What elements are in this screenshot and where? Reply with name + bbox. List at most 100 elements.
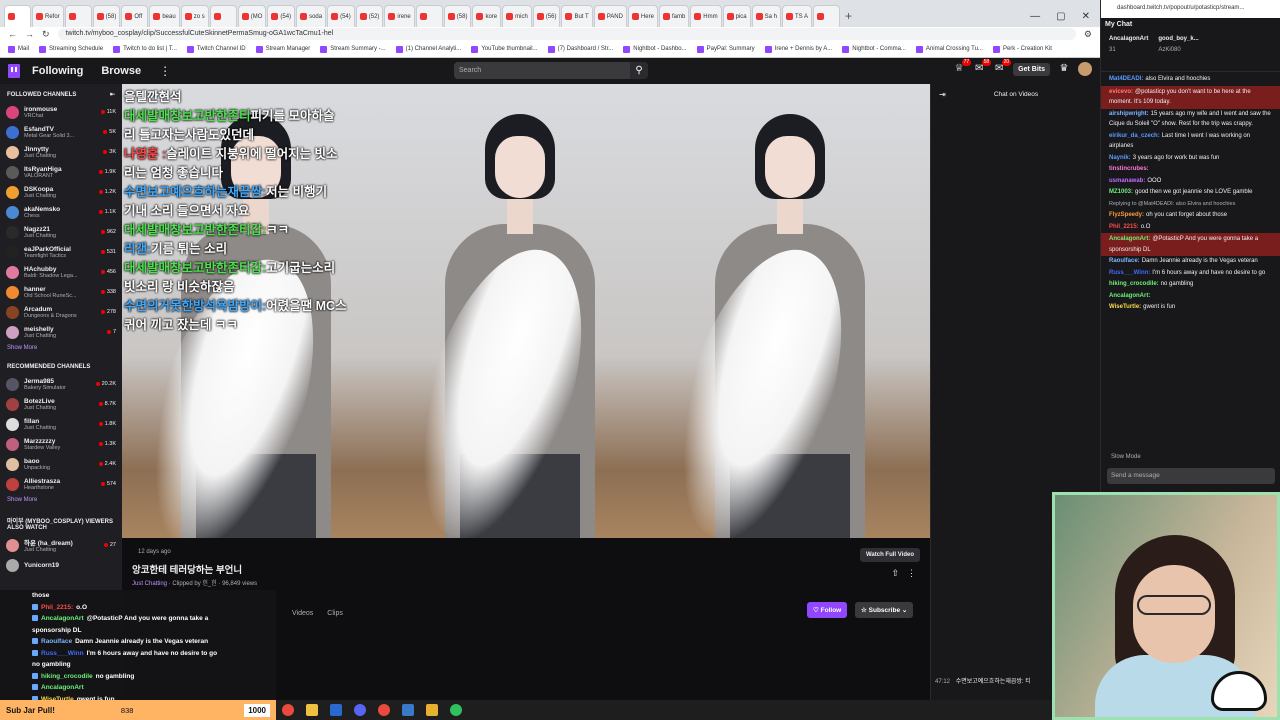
sidebar-channel[interactable]: Alliestrasza Hearthstone 574	[0, 474, 122, 494]
steam-icon[interactable]	[402, 704, 414, 716]
file-explorer-icon[interactable]	[306, 704, 318, 716]
chat-username[interactable]: Raoulface:	[1109, 258, 1140, 264]
inbox-icon[interactable]: ✉ 58	[973, 59, 992, 75]
discord-icon[interactable]	[354, 704, 366, 716]
sidebar-channel[interactable]: hanner Old School RuneSc... 338	[0, 282, 122, 302]
nav-following[interactable]: Following	[32, 65, 83, 77]
chat-message[interactable]: tinstincrubes:	[1109, 164, 1272, 175]
chat-username[interactable]: WiseTurtle:	[1109, 304, 1141, 310]
browser-tab[interactable]: Sa h	[751, 5, 781, 27]
forward-icon[interactable]: →	[25, 29, 34, 39]
browser-tab[interactable]: irene	[384, 5, 415, 27]
nav-browse[interactable]: Browse	[101, 65, 141, 77]
leaderboard-entry[interactable]: AncalagonArt 31	[1109, 34, 1148, 69]
browser-tab[interactable]: Hmm	[690, 5, 722, 27]
chat-message[interactable]: evicevo: @potasticp you don't want to be …	[1101, 85, 1280, 109]
chat-username[interactable]: FlyzSpeedy:	[1109, 212, 1144, 218]
browser-tab[interactable]: (52)	[355, 5, 384, 27]
browser-tab[interactable]: Refor	[32, 5, 64, 27]
browser-tab[interactable]: Off	[121, 5, 149, 27]
sidebar-channel[interactable]: Jinnytty Just Chatting 3K	[0, 142, 122, 162]
browser-tab[interactable]: beau	[149, 5, 180, 27]
chat-message[interactable]: Naynik: 3 years ago for work but was fun	[1109, 153, 1272, 164]
bookmark-item[interactable]: PayPal: Summary	[696, 45, 755, 53]
chat-username[interactable]: Russ___Winn:	[1109, 270, 1150, 276]
bookmark-item[interactable]: Twitch to do list | T...	[113, 45, 177, 53]
bookmark-item[interactable]: Perk - Creation Kit	[992, 45, 1052, 53]
browser-tab[interactable]: mich	[502, 5, 532, 27]
chat-username[interactable]: evicevo:	[1109, 89, 1133, 95]
chat-message[interactable]: WiseTurtle: gwent is fun	[1109, 302, 1272, 313]
browser-tab[interactable]	[4, 5, 31, 27]
browser-tab[interactable]: pica	[722, 5, 751, 27]
chat-message[interactable]: Raoulface: Damn Jeannie already is the Ve…	[1109, 256, 1272, 267]
twitch-logo-icon[interactable]	[8, 64, 20, 78]
chat-message[interactable]: hiking_crocodile: no gambling	[1109, 279, 1272, 290]
chat-username[interactable]: eirikur_da_czech:	[1109, 133, 1160, 139]
browser-tab[interactable]	[64, 5, 92, 27]
chat-message[interactable]: Phil_2215: o.O	[1109, 222, 1272, 233]
sidebar-channel[interactable]: 하윤 (ha_dream) Just Chatting 27	[0, 535, 122, 555]
chat-message[interactable]: eirikur_da_czech: Last time I went I was …	[1109, 131, 1272, 152]
chat-message[interactable]: Replying to @Mat4DEADI: also Elvira and …	[1109, 199, 1272, 210]
browser-tab[interactable]: (54)	[327, 5, 355, 27]
browser-tab[interactable]: (56)	[532, 5, 561, 27]
browser-tab[interactable]	[415, 5, 443, 27]
prime-crown-icon[interactable]: ♛	[1058, 63, 1070, 75]
chat-username[interactable]: Phil_2215:	[1109, 224, 1139, 230]
sidebar-channel[interactable]: DSKoopa Just Chatting 1.2K	[0, 182, 122, 202]
back-icon[interactable]: ←	[8, 29, 17, 39]
leaderboard-entry[interactable]: good_boy_k... AzKi080	[1158, 34, 1198, 69]
reload-icon[interactable]: ↻	[42, 29, 50, 40]
share-icon[interactable]: ⇧	[891, 568, 899, 579]
sidebar-channel[interactable]: eaJParkOfficial Teamfight Tactics 531	[0, 242, 122, 262]
sidebar-channel[interactable]: akaNemsko Chess 1.1K	[0, 202, 122, 222]
chat-message[interactable]: AncalagonArt: @PotasticP And you were gon…	[1101, 233, 1280, 256]
bookmark-item[interactable]: Animal Crossing Tu...	[915, 45, 983, 53]
browser-tab[interactable]	[813, 5, 840, 27]
bookmark-item[interactable]: Stream Manager	[255, 45, 310, 53]
chrome-active-icon[interactable]	[378, 704, 390, 716]
spotify-icon[interactable]	[450, 704, 462, 716]
bookmark-item[interactable]: Nightbot - Comma...	[842, 45, 906, 53]
sidebar-channel[interactable]: Arcadum Dungeons & Dragons 278	[0, 302, 122, 322]
chat-message[interactable]: usmanawab: OOO	[1109, 176, 1272, 187]
browser-tab[interactable]: soda	[296, 5, 327, 27]
collapse-sidebar-icon[interactable]: ⇤	[110, 91, 115, 98]
sidebar-channel[interactable]: BotezLive Just Chatting 8.7K	[0, 394, 122, 414]
minimize-icon[interactable]: —	[1030, 11, 1040, 22]
browser-tab[interactable]: TS A	[781, 5, 812, 27]
chat-username[interactable]: AncalagonArt:	[1109, 236, 1150, 242]
chat-username[interactable]: MZ1003:	[1109, 189, 1133, 195]
extensions-icon[interactable]: ⚙	[1084, 29, 1092, 40]
photoshop-icon[interactable]	[330, 704, 342, 716]
tab-clips[interactable]: Clips	[327, 610, 343, 617]
follow-button[interactable]: ♡ Follow	[807, 602, 848, 618]
sidebar-channel[interactable]: Jerma985 Bakery Simulator 20.2K	[0, 374, 122, 394]
bookmark-item[interactable]: (1) Channel Analyti...	[395, 45, 461, 53]
watch-full-video-button[interactable]: Watch Full Video	[859, 548, 920, 562]
sidebar-channel[interactable]: EsfandTV Metal Gear Solid 3... 5K	[0, 122, 122, 142]
bookmark-item[interactable]: Nightbot - Dashbo...	[623, 45, 687, 53]
user-avatar[interactable]	[1078, 62, 1092, 76]
browser-tab[interactable]: kore	[472, 5, 502, 27]
chat-username[interactable]: AncalagonArt:	[1109, 293, 1150, 299]
bookmark-item[interactable]: Twitch Channel ID	[186, 45, 246, 53]
bookmark-item[interactable]: YouTube thumbnail...	[471, 45, 538, 53]
popout-url[interactable]: dashboard.twitch.tv/popout/u/potasticp/s…	[1101, 0, 1280, 18]
subscribe-button[interactable]: ☆ Subscribe ⌄	[855, 602, 914, 618]
bookmark-item[interactable]: Stream Summary -...	[320, 45, 386, 53]
search-icon[interactable]: ⚲	[630, 62, 648, 79]
browser-tab[interactable]: zo s	[180, 5, 209, 27]
sidebar-channel[interactable]: Marzzzzzy Stardew Valley 1.3K	[0, 434, 122, 454]
chat-message[interactable]: Russ___Winn: I'm 6 hours away and have no…	[1109, 268, 1272, 279]
whispers-icon[interactable]: ✉ 20	[993, 59, 1012, 75]
browser-tab[interactable]: But T	[561, 5, 593, 27]
chat-username[interactable]: airshipwright:	[1109, 111, 1149, 117]
more-options-icon[interactable]: ⋮	[907, 568, 916, 579]
sidebar-channel[interactable]: HAchubby Baldi: Shadow Lega... 456	[0, 262, 122, 282]
clip-category-link[interactable]: Just Chatting	[132, 581, 167, 587]
tab-videos[interactable]: Videos	[292, 610, 313, 617]
bookmark-item[interactable]: (7) Dashboard / Str...	[547, 45, 613, 53]
obs-icon[interactable]	[426, 704, 438, 716]
